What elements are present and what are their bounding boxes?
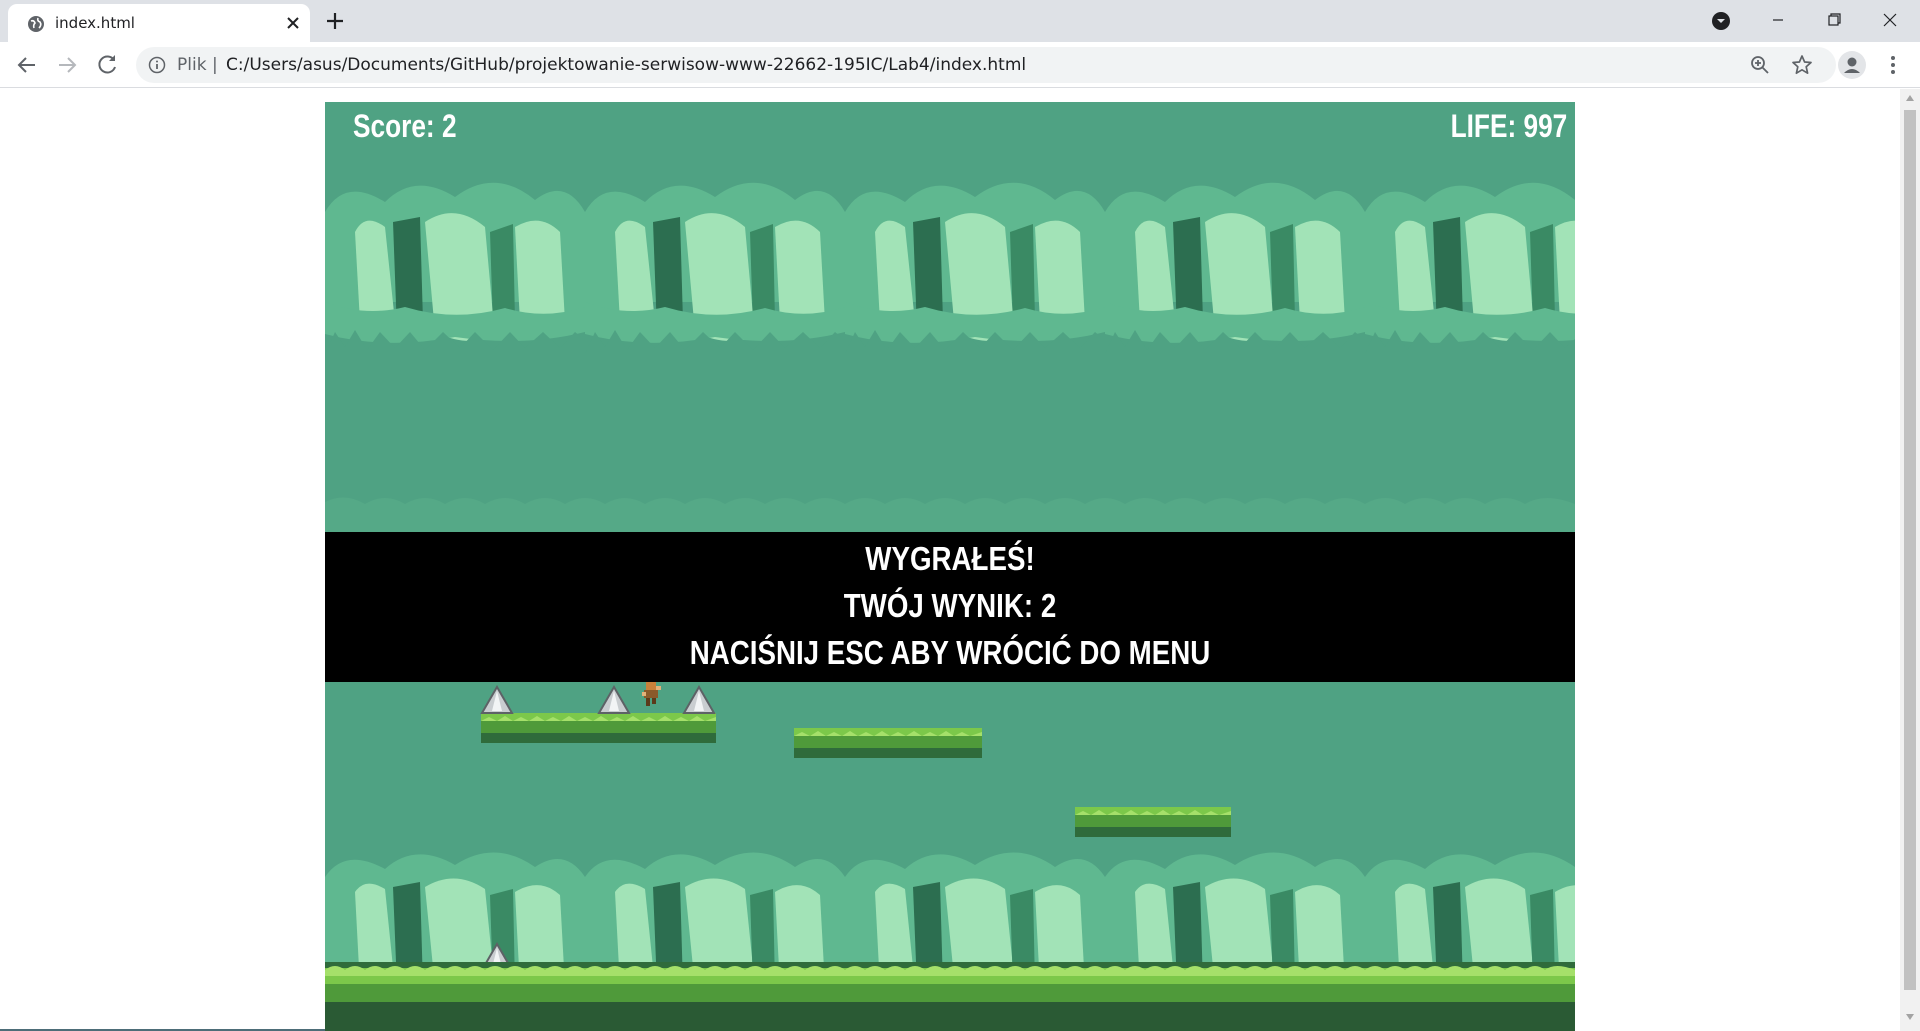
scroll-down-arrow-icon[interactable]	[1906, 1014, 1914, 1020]
browser-tab[interactable]: index.html	[8, 4, 310, 42]
score-counter: Score: 2	[353, 108, 457, 144]
player-character	[642, 682, 661, 706]
url-text[interactable]: C:/Users/asus/Documents/GitHub/projektow…	[226, 55, 1026, 75]
win-title: WYGRAŁEŚ!	[865, 540, 1035, 577]
back-arrow-icon[interactable]	[12, 50, 42, 80]
scheme-label: Plik	[177, 55, 207, 75]
forward-arrow-icon[interactable]	[52, 50, 82, 80]
grass-platform	[794, 728, 982, 758]
minimize-icon[interactable]	[1750, 0, 1806, 40]
tab-strip: index.html	[0, 0, 1920, 42]
win-message-banner: WYGRAŁEŚ! TWÓJ WYNIK: 2 NACIŚNIJ ESC ABY…	[325, 532, 1575, 682]
final-score-text: TWÓJ WYNIK: 2	[843, 587, 1057, 624]
grass-ground	[325, 962, 1575, 1031]
new-tab-plus-icon[interactable]	[324, 10, 346, 32]
scrollbar-thumb[interactable]	[1904, 110, 1916, 990]
profile-avatar-icon[interactable]	[1838, 51, 1866, 79]
reload-icon[interactable]	[92, 50, 122, 80]
browser-toolbar: Plik | C:/Users/asus/Documents/GitHub/pr…	[0, 42, 1920, 88]
forest-background-top	[325, 182, 1575, 532]
bookmark-star-icon[interactable]	[1791, 54, 1813, 76]
spike-hazard	[597, 685, 631, 714]
vertical-scrollbar[interactable]	[1900, 89, 1920, 1031]
spike-hazard	[682, 685, 716, 714]
close-tab-icon[interactable]	[284, 14, 302, 32]
address-bar[interactable]: Plik | C:/Users/asus/Documents/GitHub/pr…	[136, 47, 1836, 83]
tab-title: index.html	[55, 14, 135, 32]
spike-hazard	[480, 685, 514, 714]
life-counter: LIFE: 997	[1450, 108, 1567, 144]
info-icon[interactable]	[148, 56, 166, 74]
close-window-icon[interactable]	[1862, 0, 1918, 40]
grass-platform	[1075, 807, 1231, 837]
zoom-icon[interactable]	[1750, 55, 1770, 75]
address-separator: |	[212, 55, 218, 75]
more-menu-icon[interactable]	[1883, 51, 1903, 79]
scroll-up-arrow-icon[interactable]	[1906, 95, 1914, 101]
return-to-menu-hint: NACIŚNIJ ESC ABY WRÓCIĆ DO MENU	[689, 634, 1211, 671]
globe-icon	[28, 16, 44, 32]
grass-platform	[481, 713, 716, 743]
restore-icon[interactable]	[1806, 0, 1862, 40]
tab-search-icon[interactable]	[1710, 10, 1732, 32]
game-canvas[interactable]: Score: 2 LIFE: 997 WYGRAŁEŚ! TWÓJ WYNIK:…	[325, 102, 1575, 1031]
